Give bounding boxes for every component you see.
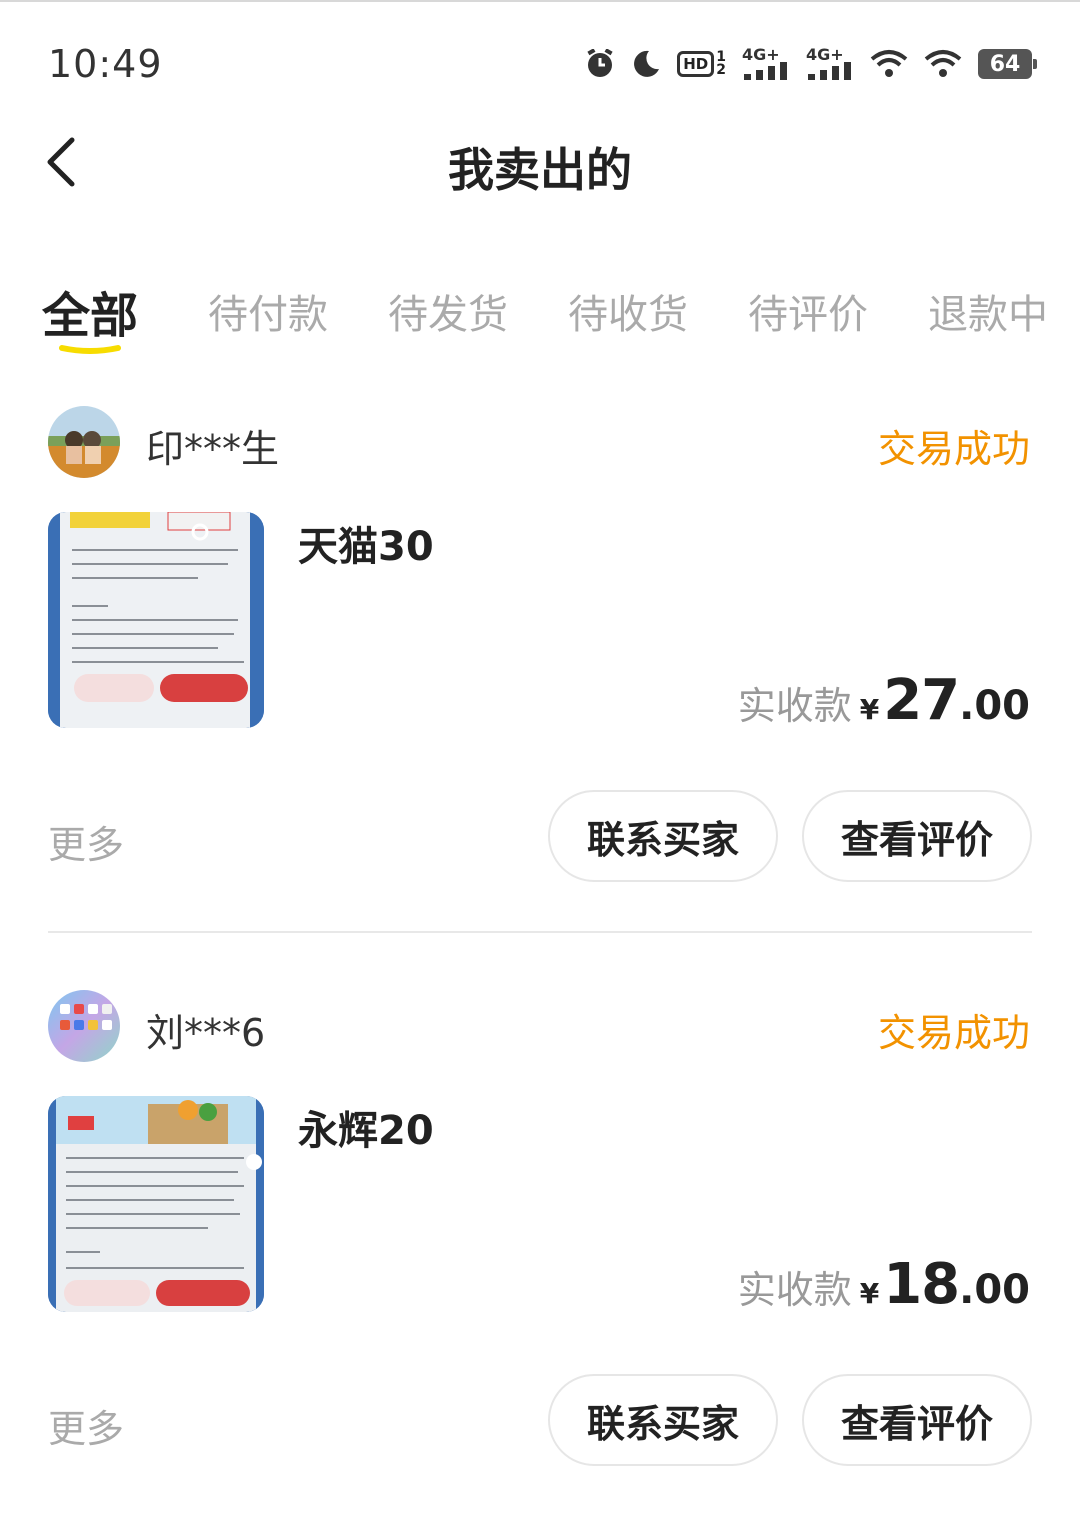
header: 我卖出的 xyxy=(0,110,1080,220)
price-integer: 27 xyxy=(883,668,960,733)
hd-icon: HD 12 xyxy=(677,50,726,77)
price-currency: ¥ xyxy=(859,693,880,726)
signal-4g-icon: 4G+ xyxy=(806,47,854,80)
status-icons: HD 12 4G+ 4G+ 64 xyxy=(585,44,1037,84)
status-time: 10:49 xyxy=(48,42,163,86)
moon-icon xyxy=(631,49,661,79)
price-row: 实收款 ¥ 27 .00 xyxy=(738,668,1030,733)
price-label: 实收款 xyxy=(737,1268,852,1312)
product-thumbnail[interactable] xyxy=(48,512,264,728)
price-currency: ¥ xyxy=(859,1277,880,1310)
tab-pending-review[interactable]: 待评价 xyxy=(748,282,868,340)
price-row: 实收款 ¥ 18 .00 xyxy=(738,1252,1030,1317)
product-title[interactable]: 永辉20 xyxy=(298,1098,434,1156)
battery-icon: 64 xyxy=(978,49,1037,79)
contact-buyer-button[interactable]: 联系买家 xyxy=(548,1374,778,1466)
more-link[interactable]: 更多 xyxy=(48,814,124,869)
tab-pending-receipt[interactable]: 待收货 xyxy=(568,282,688,340)
status-bar: 10:49 HD 12 4G+ 4G+ 64 xyxy=(0,0,1080,110)
buyer-name[interactable]: 印***生 xyxy=(146,418,279,473)
wifi-icon xyxy=(870,49,908,79)
price-decimal: .00 xyxy=(959,683,1030,729)
price-label: 实收款 xyxy=(737,684,852,728)
wifi-icon xyxy=(924,49,962,79)
tab-pending-payment[interactable]: 待付款 xyxy=(208,282,328,340)
view-review-button[interactable]: 查看评价 xyxy=(802,1374,1032,1466)
avatar[interactable] xyxy=(48,406,120,478)
tab-active-indicator xyxy=(59,345,121,354)
order-status: 交易成功 xyxy=(877,427,1030,471)
alarm-icon xyxy=(585,49,615,79)
tab-bar: 全部 待付款 待发货 待收货 待评价 退款中 xyxy=(0,270,1080,370)
order-status: 交易成功 xyxy=(877,1011,1030,1055)
view-review-button[interactable]: 查看评价 xyxy=(802,790,1032,882)
tab-refunding[interactable]: 退款中 xyxy=(928,282,1048,340)
price-decimal: .00 xyxy=(959,1267,1030,1313)
avatar[interactable] xyxy=(48,990,120,1062)
signal-4g-icon: 4G+ xyxy=(742,47,790,80)
page-title: 我卖出的 xyxy=(448,143,632,197)
order-card: 刘***6 交易成功 永辉20 实收款 ¥ 18 .00 更多 联系买家 查看评… xyxy=(0,984,1080,1514)
divider xyxy=(48,931,1032,933)
product-title[interactable]: 天猫30 xyxy=(298,514,434,572)
price-integer: 18 xyxy=(883,1252,960,1317)
order-card: 印***生 交易成功 天猫30 实收款 ¥ 27 .00 更多 联系买家 查看评… xyxy=(0,400,1080,930)
contact-buyer-button[interactable]: 联系买家 xyxy=(548,790,778,882)
product-thumbnail[interactable] xyxy=(48,1096,264,1312)
more-link[interactable]: 更多 xyxy=(48,1398,124,1453)
buyer-name[interactable]: 刘***6 xyxy=(146,1002,265,1057)
tab-pending-shipment[interactable]: 待发货 xyxy=(388,282,508,340)
tab-all[interactable]: 全部 xyxy=(42,276,138,346)
